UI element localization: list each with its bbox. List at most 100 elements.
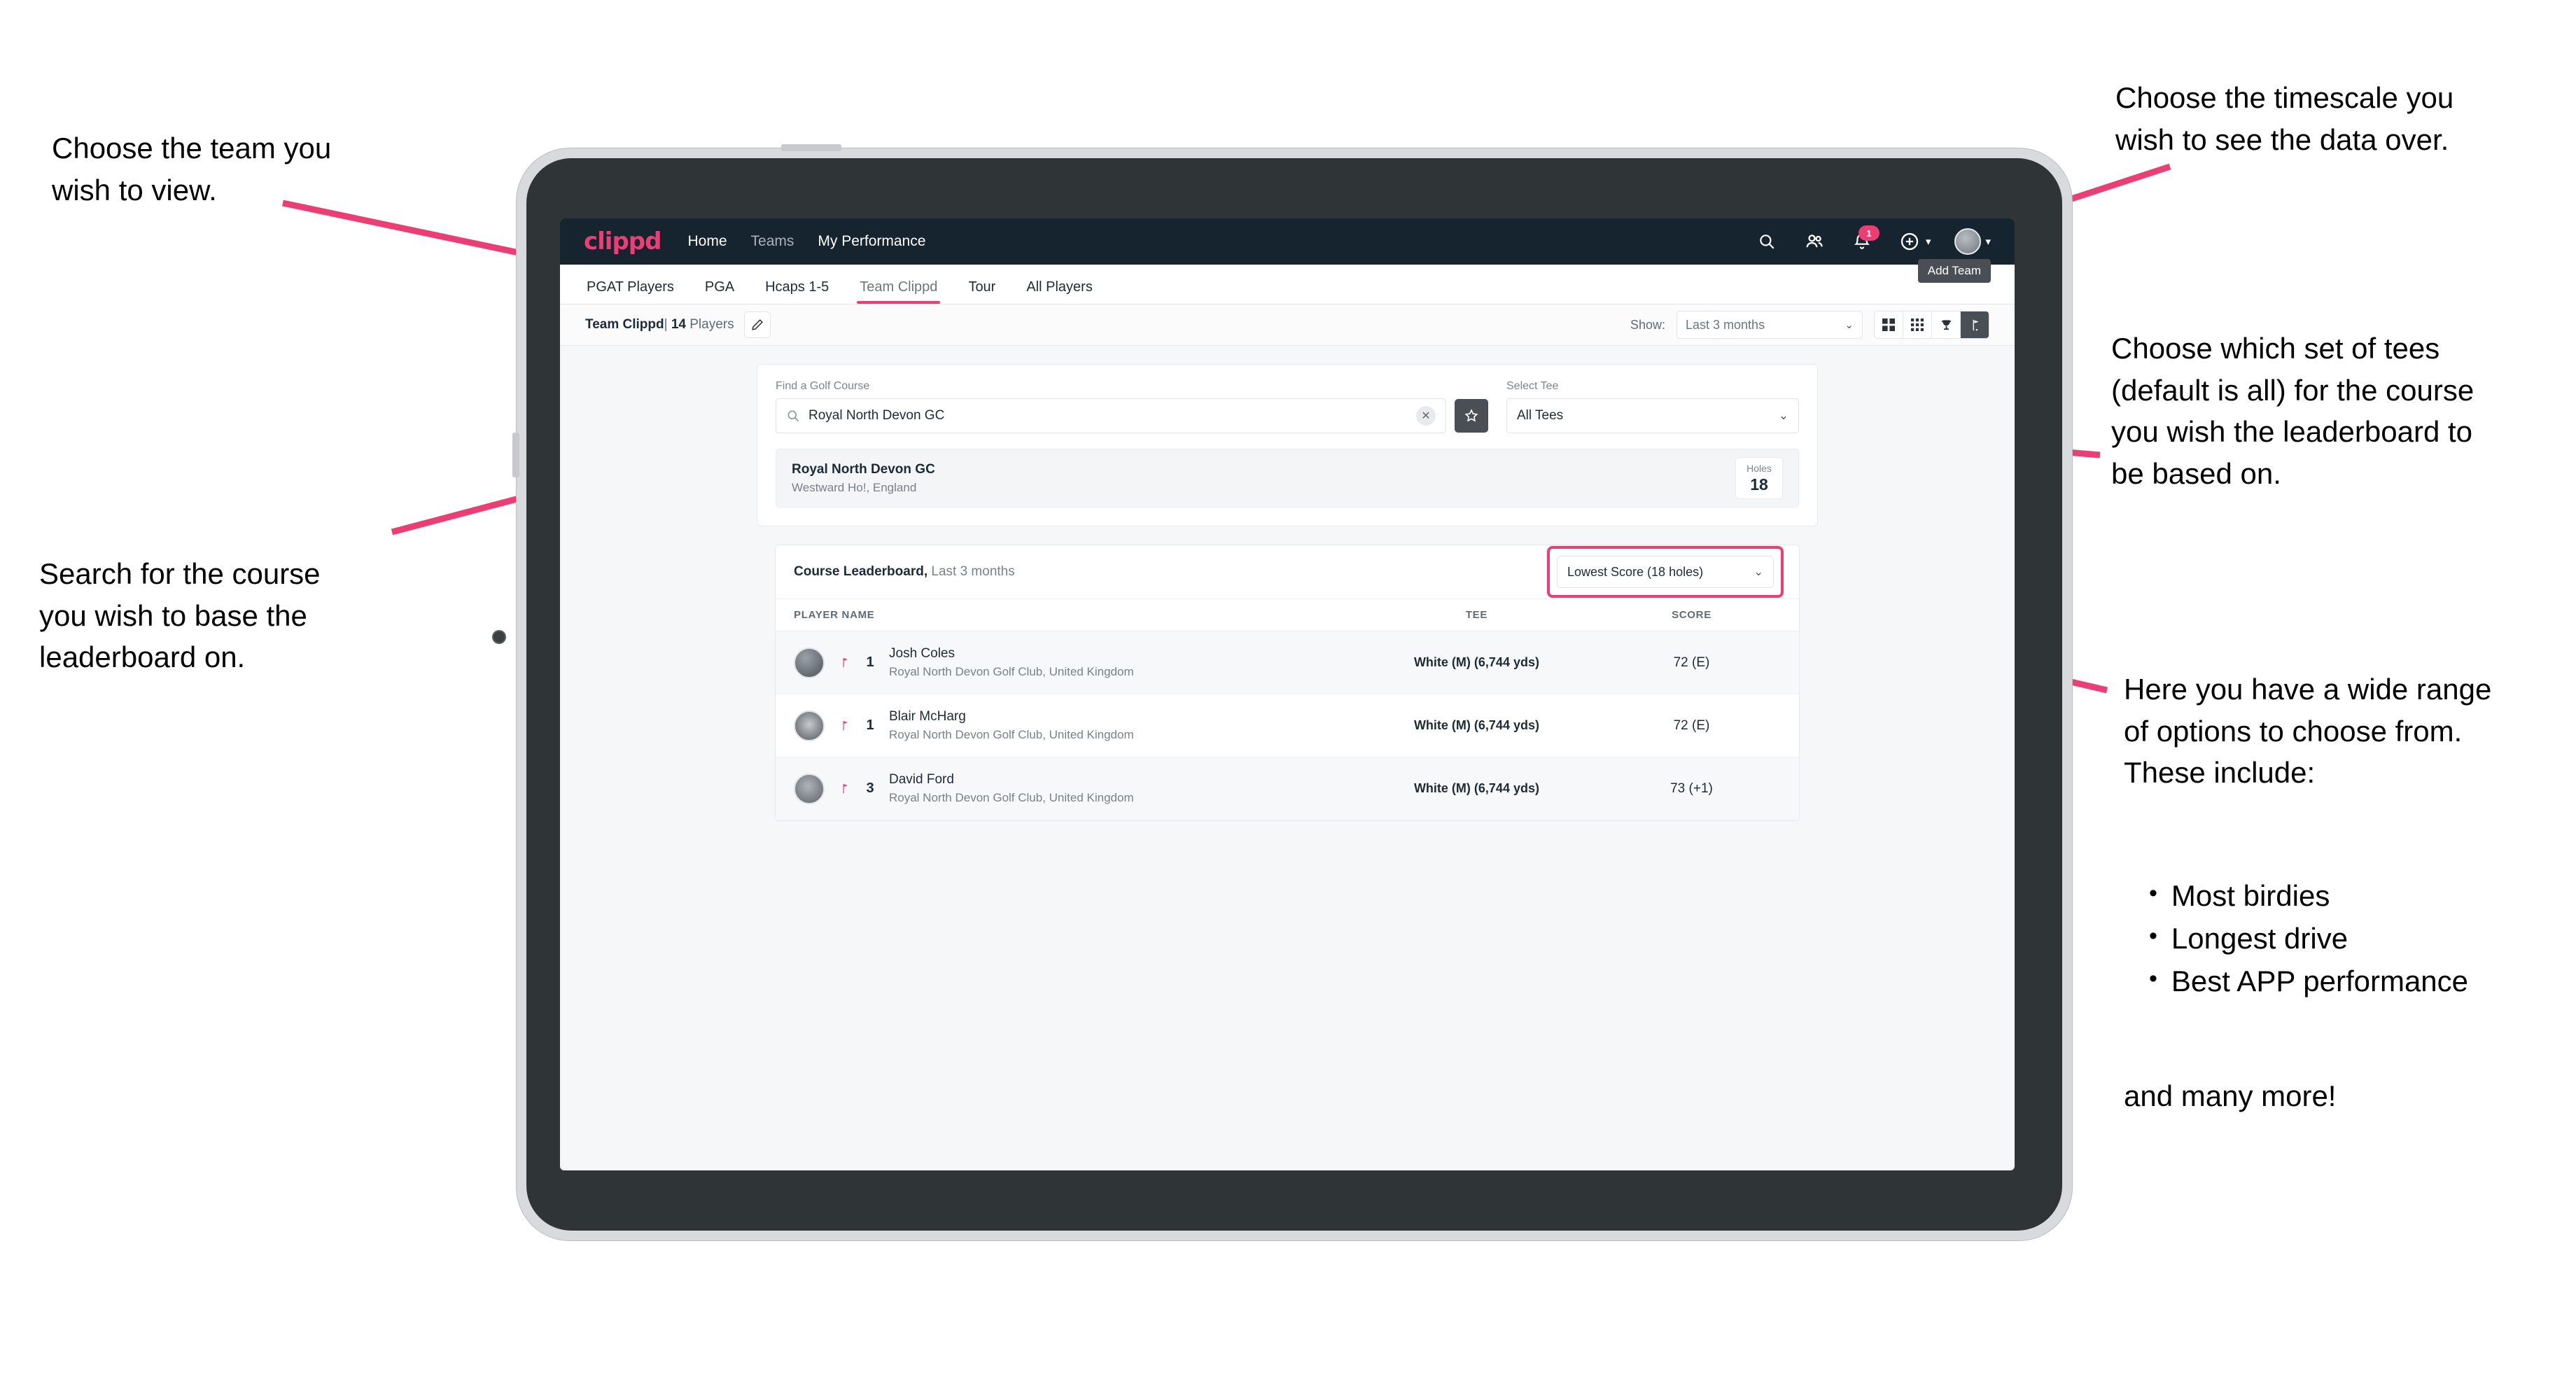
add-team-tooltip: Add Team [1917, 259, 1991, 283]
player-name: Blair McHarg [889, 709, 966, 724]
avatar[interactable] [1954, 228, 1982, 255]
tee-select[interactable]: All Tees ⌄ [1506, 398, 1799, 433]
table-row[interactable]: 1 Josh Coles Royal North Devon Golf Club… [776, 631, 1799, 694]
show-label: Show: [1630, 317, 1665, 332]
tab-all-players[interactable]: All Players [1023, 279, 1095, 304]
table-row[interactable]: 1 Blair McHarg Royal North Devon Golf Cl… [776, 694, 1799, 757]
avatar [794, 773, 825, 804]
tab-team-clippd[interactable]: Team Clippd [857, 279, 941, 304]
nav-link-my-performance[interactable]: My Performance [818, 233, 925, 250]
golf-flag-icon[interactable] [1961, 312, 1989, 338]
course-search-label: Find a Golf Course [776, 380, 870, 392]
annotation-tees: Choose which set of tees (default is all… [2111, 332, 2474, 490]
team-toolbar: Team Clippd| 14 Players Show: Last 3 mon… [560, 304, 2015, 346]
leaderboard-subtitle: Last 3 months [931, 564, 1015, 579]
score-value: 72 (E) [1583, 631, 1799, 694]
grid-small-icon[interactable] [1903, 312, 1932, 338]
player-club: Royal North Devon Golf Club, United King… [889, 665, 1134, 678]
leaderboard-title-main: Course Leaderboard, [794, 564, 928, 579]
leaderboard-table: PLAYER NAME TEE SCORE 1 Josh Coles Royal… [776, 599, 1799, 820]
avatar [794, 647, 825, 678]
table-row[interactable]: 3 David Ford Royal North Devon Golf Club… [776, 757, 1799, 820]
search-icon[interactable] [1755, 230, 1779, 253]
search-fields-row: Find a Golf Course Royal North Devon GC … [776, 380, 1799, 433]
leaderboard-header: Course Leaderboard, Last 3 months Lowest… [776, 545, 1799, 599]
pencil-icon[interactable] [743, 312, 771, 338]
tab-pgat-players[interactable]: PGAT Players [584, 279, 677, 304]
team-separator: | [664, 317, 668, 332]
nav-link-teams[interactable]: Teams [751, 233, 794, 250]
nav-link-home[interactable]: Home [687, 233, 727, 250]
annotation-choose-team: Choose the team you wish to view. [52, 132, 332, 206]
golf-flag-icon [836, 782, 851, 795]
tee-select-label: Select Tee [1506, 380, 1559, 392]
rank-value: 1 [866, 654, 874, 670]
tee-value: White (M) (6,744 yds) [1368, 757, 1584, 820]
annotation-options-intro: Here you have a wide range of options to… [2124, 673, 2492, 790]
list-item: • Best APP performance [2149, 960, 2576, 1003]
tab-tour[interactable]: Tour [965, 279, 998, 304]
holes-value: 18 [1750, 475, 1768, 493]
leaderboard-body: 1 Josh Coles Royal North Devon Golf Club… [776, 631, 1799, 820]
bell-icon[interactable]: 1 [1850, 225, 1879, 253]
add-menu[interactable]: ▾ [1898, 230, 1931, 253]
table-header-row: PLAYER NAME TEE SCORE [776, 599, 1799, 631]
search-input-value: Royal North Devon GC [808, 408, 945, 423]
timescale-select[interactable]: Last 3 months ⌄ [1676, 311, 1863, 339]
player-cell: 3 David Ford Royal North Devon Golf Club… [776, 757, 1369, 820]
player-info: Blair McHarg Royal North Devon Golf Club… [889, 709, 1134, 742]
tee-select-value: All Tees [1517, 408, 1564, 423]
tablet-frame: clippd Home Teams My Performance 1 ▾ ▾ P… [493, 144, 2072, 1240]
players-word: Players [690, 317, 734, 332]
player-name: David Ford [889, 772, 954, 787]
account-menu[interactable]: ▾ [1954, 228, 1991, 255]
chevron-down-icon: ⌄ [1778, 409, 1788, 422]
leaderboard-head: PLAYER NAME TEE SCORE [776, 599, 1799, 631]
course-result-row[interactable]: Royal North Devon GC Westward Ho!, Engla… [776, 449, 1799, 507]
holes-badge: Holes 18 [1735, 457, 1783, 499]
option-label: Best APP performance [2171, 964, 2469, 997]
notification-badge: 1 [1858, 225, 1879, 241]
annotation-options-outro: and many more! [2124, 1079, 2337, 1112]
tab-pga[interactable]: PGA [702, 279, 737, 304]
people-icon[interactable] [1802, 230, 1826, 253]
course-search-field: Find a Golf Course Royal North Devon GC … [776, 380, 1488, 433]
player-info: David Ford Royal North Devon Golf Club, … [889, 772, 1134, 805]
close-icon[interactable]: ✕ [1416, 406, 1436, 426]
player-name: Josh Coles [889, 646, 955, 661]
option-label: Longest drive [2171, 921, 2348, 955]
chevron-down-icon: ⌄ [1844, 319, 1854, 331]
clippd-logo[interactable]: clippd [584, 227, 662, 255]
plus-icon[interactable] [1898, 230, 1921, 253]
grid-large-icon[interactable] [1875, 312, 1903, 338]
bullet-icon: • [2149, 922, 2157, 949]
trophy-icon[interactable] [1932, 312, 1961, 338]
search-input[interactable]: Royal North Devon GC ✕ [776, 398, 1446, 433]
annotation-search-course: Search for the course you wish to base t… [39, 557, 321, 674]
tablet-camera [493, 631, 505, 643]
score-value: 73 (+1) [1583, 757, 1799, 820]
column-player-name: PLAYER NAME [776, 599, 1369, 631]
chevron-down-icon: ▾ [1985, 236, 1991, 248]
option-label: Most birdies [2171, 879, 2330, 912]
toolbar-controls: Show: Last 3 months ⌄ [1630, 311, 1989, 339]
course-location: Westward Ho!, England [792, 480, 917, 494]
chevron-down-icon: ⌄ [1754, 566, 1763, 578]
column-score: SCORE [1583, 599, 1799, 631]
chevron-down-icon: ▾ [1925, 236, 1931, 248]
annotation-timescale: Choose the timescale you wish to see the… [2115, 81, 2454, 156]
avatar [794, 710, 825, 741]
tee-value: White (M) (6,744 yds) [1368, 631, 1584, 694]
team-summary: Team Clippd| 14 Players [585, 317, 734, 332]
view-toggle-group [1874, 311, 1989, 339]
bullet-icon: • [2149, 880, 2157, 906]
app-screen: clippd Home Teams My Performance 1 ▾ ▾ P… [560, 218, 2015, 1170]
course-info: Royal North Devon GC Westward Ho!, Engla… [792, 462, 935, 495]
metric-select[interactable]: Lowest Score (18 holes) ⌄ [1557, 556, 1774, 588]
course-leaderboard-card: Course Leaderboard, Last 3 months Lowest… [775, 545, 1800, 821]
list-item: • Most birdies [2149, 875, 2576, 918]
tab-hcaps-1-5[interactable]: Hcaps 1-5 [762, 279, 832, 304]
star-icon[interactable] [1455, 399, 1488, 433]
tablet-side-button [512, 433, 519, 477]
score-value: 72 (E) [1583, 694, 1799, 757]
